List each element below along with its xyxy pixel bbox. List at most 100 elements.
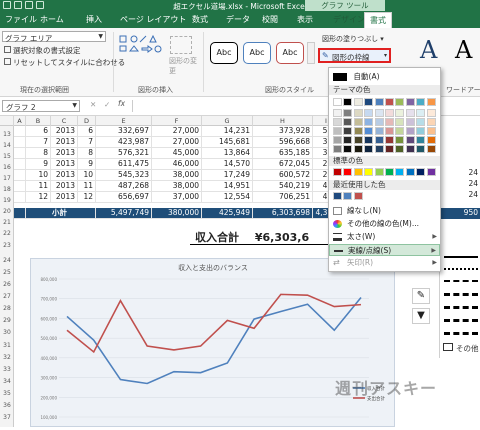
color-swatch[interactable] <box>426 109 436 117</box>
color-swatch[interactable] <box>353 168 363 176</box>
shape-fill-button[interactable]: 図形の塗りつぶし ▾ <box>322 34 384 44</box>
column-header-g[interactable]: G <box>202 116 253 126</box>
table-cell[interactable]: 11 <box>78 181 96 191</box>
chart-title[interactable]: 収入と支出のバランス <box>178 263 248 272</box>
wordart-style[interactable]: A <box>420 36 437 64</box>
table-cell[interactable]: 46,000 <box>152 159 202 169</box>
table-cell[interactable]: 2013 <box>51 181 78 191</box>
row-header[interactable]: 31 <box>0 342 14 349</box>
table-cell[interactable] <box>14 181 26 191</box>
color-swatch[interactable] <box>405 136 415 144</box>
color-swatch[interactable] <box>385 109 394 117</box>
dash-long-dash-dot-dot[interactable] <box>444 332 478 335</box>
color-swatch[interactable] <box>343 136 353 144</box>
row-header[interactable]: 23 <box>0 242 14 249</box>
color-swatch[interactable] <box>353 127 363 135</box>
color-swatch[interactable] <box>364 127 374 135</box>
shape-style-black[interactable]: Abc <box>210 42 238 64</box>
color-swatch[interactable] <box>385 127 394 135</box>
table-cell[interactable]: 332,697 <box>96 126 152 136</box>
table-cell[interactable]: 7 <box>26 137 51 147</box>
table-cell[interactable] <box>14 126 26 136</box>
table-cell[interactable]: 2013 <box>51 148 78 158</box>
format-selection-button[interactable]: 選択対象の書式設定 <box>4 45 81 56</box>
color-swatch[interactable] <box>353 118 363 126</box>
right-cell[interactable]: 24 <box>440 190 480 200</box>
row-header[interactable]: 25 <box>0 269 14 276</box>
color-swatch[interactable] <box>405 168 415 176</box>
color-swatch[interactable] <box>364 168 374 176</box>
confirm-icon[interactable]: ✓ <box>104 100 110 109</box>
table-cell[interactable] <box>14 137 26 147</box>
tab-data[interactable]: データ <box>226 14 250 25</box>
color-swatch[interactable] <box>374 136 384 144</box>
dash-square-dot[interactable] <box>444 280 478 282</box>
row-header[interactable]: 22 <box>0 230 14 237</box>
table-cell[interactable]: 635,185 <box>253 148 313 158</box>
color-swatch[interactable] <box>395 118 405 126</box>
table-cell[interactable]: 9 <box>26 159 51 169</box>
table-cell[interactable]: 576,321 <box>96 148 152 158</box>
tab-review[interactable]: 校閲 <box>262 14 278 25</box>
tab-formulas[interactable]: 数式 <box>192 14 208 25</box>
table-cell[interactable]: 656,697 <box>96 192 152 202</box>
dash-long-dot[interactable] <box>444 306 478 309</box>
chart-area[interactable]: 収入と支出のバランス 800,000 700,000 600,000 500,000 4… <box>30 258 395 427</box>
color-swatch[interactable] <box>343 192 353 200</box>
color-swatch[interactable] <box>353 145 363 153</box>
table-cell[interactable]: 706,251 <box>253 192 313 202</box>
no-line-item[interactable]: 線なし(N) <box>329 205 440 217</box>
column-header-f[interactable]: F <box>152 116 202 126</box>
color-swatch[interactable] <box>426 168 436 176</box>
tab-file[interactable]: ファイル <box>5 14 37 25</box>
color-swatch[interactable] <box>333 136 342 144</box>
table-cell[interactable]: 600,572 <box>253 170 313 180</box>
color-swatch[interactable] <box>333 168 342 176</box>
color-swatch[interactable] <box>343 145 353 153</box>
color-swatch[interactable] <box>385 136 394 144</box>
color-swatch[interactable] <box>426 136 436 144</box>
color-swatch[interactable] <box>364 136 374 144</box>
table-cell[interactable]: 14,570 <box>202 159 253 169</box>
function-icon[interactable]: fx <box>118 99 125 108</box>
right-cell[interactable]: 24 <box>440 179 480 189</box>
color-swatch[interactable] <box>353 98 363 106</box>
table-cell[interactable]: 14,951 <box>202 181 253 191</box>
column-header-c[interactable]: C <box>51 116 78 126</box>
dash-long-dash-dot[interactable] <box>444 319 478 322</box>
dash-long[interactable] <box>444 293 478 296</box>
table-cell[interactable]: 6,303,698 <box>253 208 313 218</box>
color-swatch[interactable] <box>343 98 353 106</box>
color-swatch[interactable] <box>395 136 405 144</box>
color-swatch[interactable] <box>405 145 415 153</box>
shape-style-blue[interactable]: Abc <box>243 42 271 64</box>
auto-color-item[interactable]: 自動(A) <box>333 71 436 82</box>
tab-insert[interactable]: 挿入 <box>86 14 102 25</box>
wordart-style-2[interactable]: A <box>455 36 472 64</box>
table-cell[interactable]: 2013 <box>51 126 78 136</box>
table-cell[interactable] <box>14 159 26 169</box>
table-cell[interactable]: 38,000 <box>152 170 202 180</box>
color-swatch[interactable] <box>416 98 426 106</box>
line-chart[interactable]: 収入と支出のバランス 800,000 700,000 600,000 500,000 4… <box>31 259 396 428</box>
formula-input[interactable] <box>132 100 322 112</box>
color-swatch[interactable] <box>333 127 342 135</box>
row-header[interactable]: 30 <box>0 329 14 336</box>
row-header[interactable]: 34 <box>0 378 14 385</box>
color-swatch[interactable] <box>333 109 342 117</box>
color-swatch[interactable] <box>395 127 405 135</box>
color-swatch[interactable] <box>374 118 384 126</box>
table-cell[interactable]: 423,987 <box>96 137 152 147</box>
color-swatch[interactable] <box>416 109 426 117</box>
tab-design[interactable]: デザイン <box>333 14 365 25</box>
more-colors-item[interactable]: その他の線の色(M)... <box>329 218 440 230</box>
table-cell[interactable]: 27,000 <box>152 137 202 147</box>
table-cell[interactable]: 38,000 <box>152 181 202 191</box>
color-swatch[interactable] <box>374 127 384 135</box>
row-header[interactable]: 28 <box>0 305 14 312</box>
row-header[interactable]: 29 <box>0 317 14 324</box>
table-cell[interactable]: 540,219 <box>253 181 313 191</box>
table-cell[interactable]: 8 <box>78 148 96 158</box>
table-cell[interactable]: 545,323 <box>96 170 152 180</box>
color-swatch[interactable] <box>426 118 436 126</box>
